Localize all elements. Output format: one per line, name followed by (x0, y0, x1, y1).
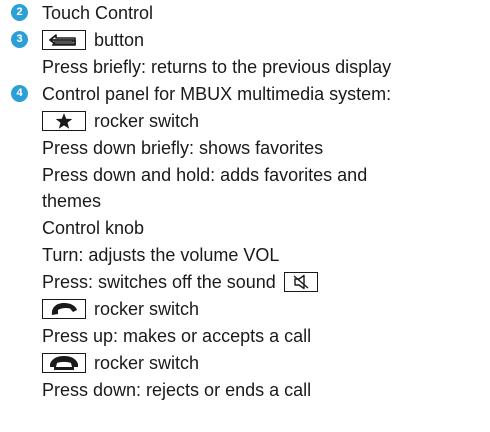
fav-hold-row-1: Press down and hold: adds favorites and (42, 162, 367, 188)
fav-brief-text: Press down briefly: shows favorites (42, 138, 324, 158)
control-panel-title: Control panel for MBUX multimedia system… (42, 81, 391, 107)
back-key (42, 30, 86, 50)
mute-icon (293, 274, 309, 290)
fav-brief-row: Press down briefly: shows favorites (42, 135, 323, 161)
knob-press-row: Press: switches off the sound (42, 269, 318, 295)
mute-key (283, 272, 318, 292)
call-key (42, 299, 86, 319)
fav-hold-text-1: Press down and hold: adds favorites and (42, 165, 368, 185)
back-button-text: button (94, 30, 145, 50)
knob-turn-row: Turn: adjusts the volume VOL (42, 242, 279, 268)
call-up-row: Press up: makes or accepts a call (42, 323, 311, 349)
end-rocker-row: rocker switch (42, 350, 199, 376)
control-knob-text: Control knob (42, 218, 145, 238)
back-desc: Press briefly: returns to the previous d… (42, 54, 391, 80)
favorites-rocker-row: rocker switch (42, 108, 199, 134)
knob-press-text: Press: switches off the sound (42, 272, 276, 292)
fav-hold-row-2: themes (42, 188, 101, 214)
instructions-list: 2 Touch Control 3 button Press briefly: … (0, 0, 490, 432)
item-number-2: 2 (11, 4, 28, 21)
star-icon (55, 113, 73, 129)
favorites-rocker-text: rocker switch (94, 111, 200, 131)
back-desc-text: Press briefly: returns to the previous d… (42, 57, 392, 77)
end-down-row: Press down: rejects or ends a call (42, 377, 311, 403)
phone-pickup-icon (51, 302, 77, 315)
item-number-4: 4 (11, 85, 28, 102)
end-call-key (42, 353, 86, 373)
knob-turn-text: Turn: adjusts the volume VOL (42, 245, 280, 265)
call-rocker-text: rocker switch (94, 299, 200, 319)
call-rocker-row: rocker switch (42, 296, 199, 322)
back-button-row: button (42, 27, 144, 53)
call-up-text: Press up: makes or accepts a call (42, 326, 312, 346)
control-knob-row: Control knob (42, 215, 144, 241)
touch-control-text: Touch Control (42, 3, 154, 23)
end-rocker-text: rocker switch (94, 353, 200, 373)
control-panel-title-text: Control panel for MBUX multimedia system… (42, 84, 392, 104)
fav-hold-text-2: themes (42, 191, 102, 211)
touch-control-label: Touch Control (42, 0, 153, 26)
end-down-text: Press down: rejects or ends a call (42, 380, 312, 400)
phone-hangup-icon (50, 356, 78, 370)
back-arrow-icon (49, 34, 76, 46)
item-number-3: 3 (11, 31, 28, 48)
favorites-key (42, 111, 86, 131)
